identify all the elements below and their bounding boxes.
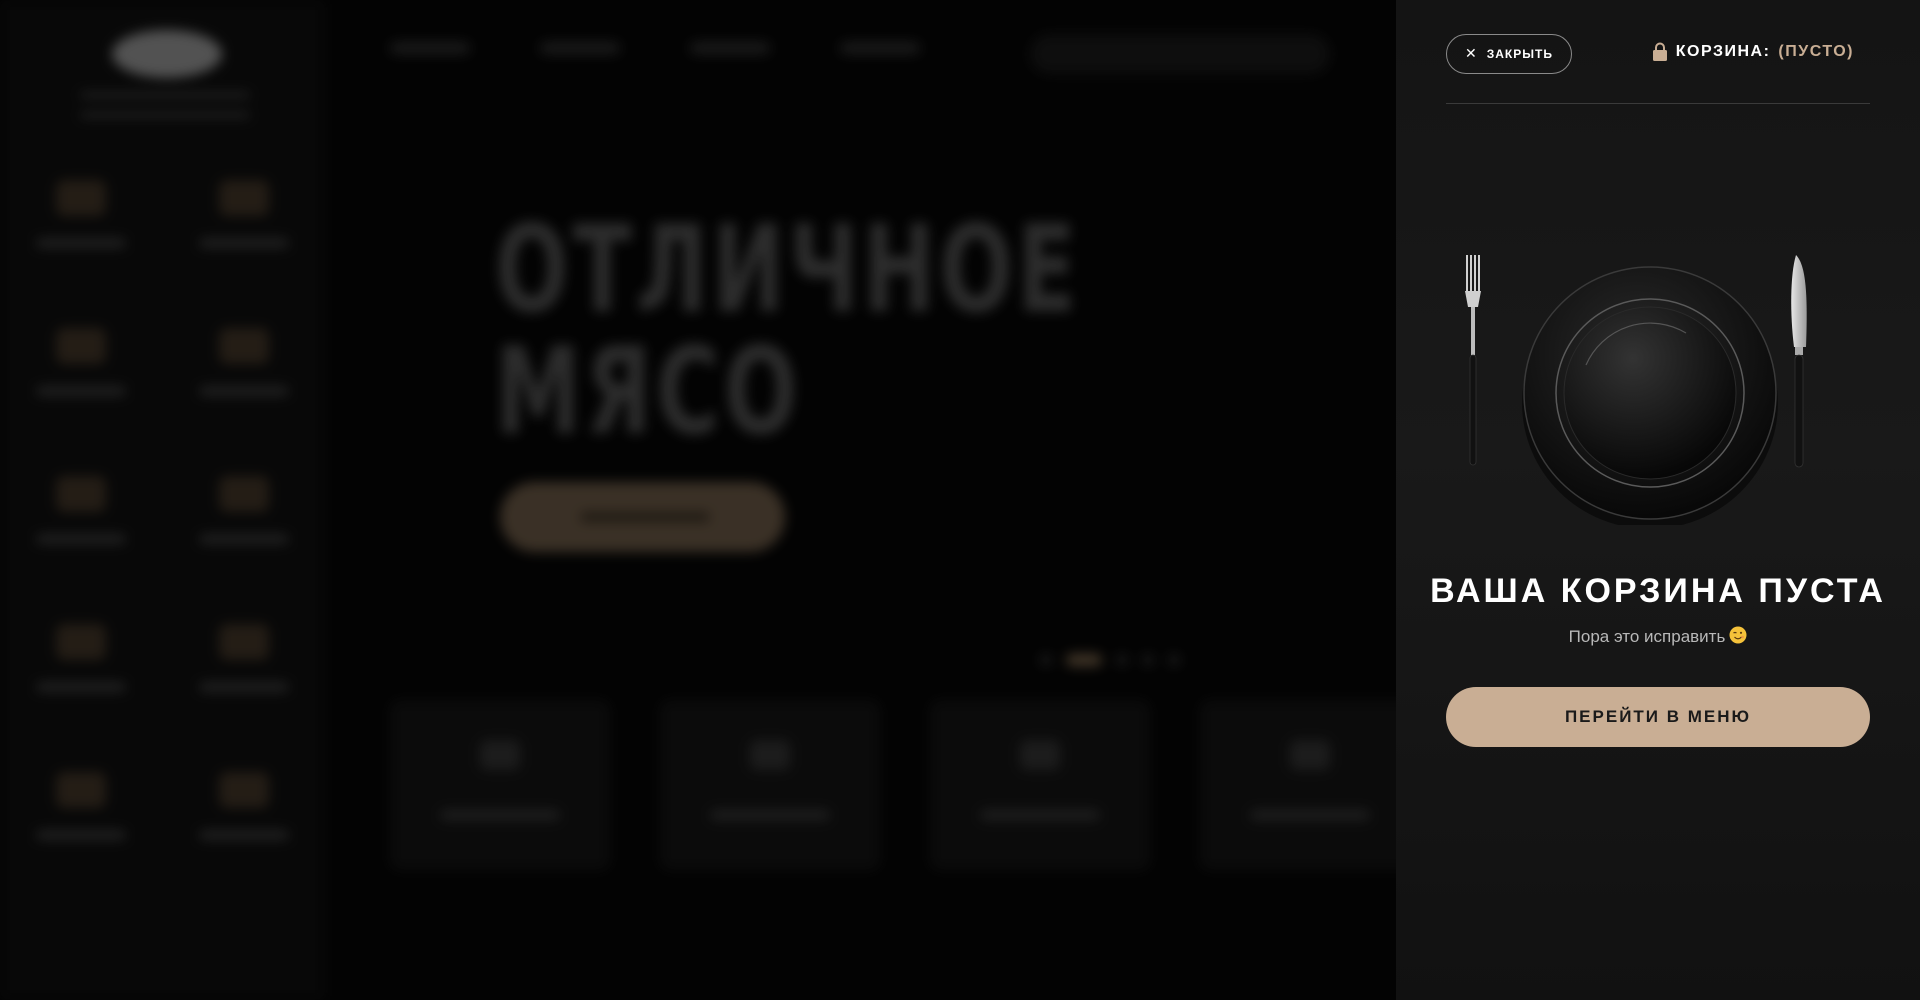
knife-icon — [1791, 255, 1807, 468]
fork-icon — [1465, 255, 1481, 466]
cart-header: КОРЗИНА: (ПУСТО) — [1652, 42, 1854, 62]
go-to-menu-button[interactable]: ПЕРЕЙТИ В МЕНЮ — [1446, 687, 1870, 747]
close-button[interactable]: ✕ ЗАКРЫТЬ — [1446, 34, 1572, 74]
cart-status: (ПУСТО) — [1778, 43, 1854, 60]
empty-cart-subtitle: Пора это исправить — [1396, 626, 1920, 647]
close-label: ЗАКРЫТЬ — [1486, 47, 1553, 61]
wink-emoji-icon — [1729, 626, 1747, 644]
plate-illustration — [1465, 255, 1807, 525]
empty-cart-title: ВАША КОРЗИНА ПУСТА — [1430, 572, 1886, 610]
empty-cart-subtitle-text: Пора это исправить — [1568, 627, 1726, 646]
overlay-dim[interactable] — [0, 0, 1396, 1000]
cart-label: КОРЗИНА: — [1675, 43, 1771, 60]
close-icon: ✕ — [1465, 46, 1477, 62]
header-divider — [1446, 103, 1870, 104]
lock-icon — [1652, 42, 1667, 61]
cart-drawer: ✕ ЗАКРЫТЬ КОРЗИНА: (ПУСТО) ВАША КОРЗИНА … — [1396, 0, 1920, 1000]
